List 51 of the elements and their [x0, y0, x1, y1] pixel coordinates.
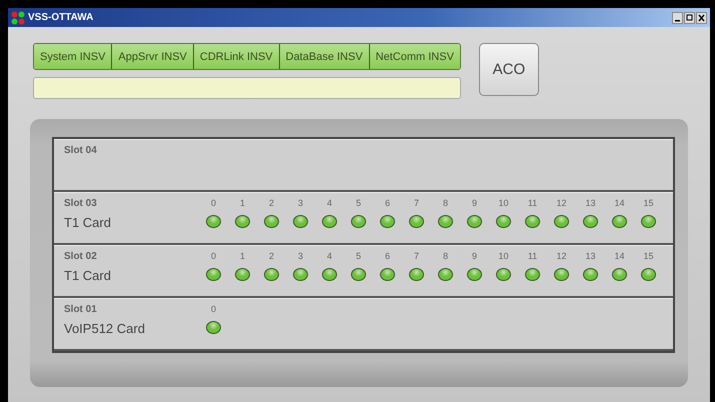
port-number: 4: [326, 198, 332, 209]
port-number: 0: [210, 251, 216, 262]
port-number: 10: [498, 251, 508, 262]
status-tab[interactable]: CDRLink INSV: [194, 44, 280, 69]
port-number: 13: [585, 251, 596, 262]
port-number: 8: [442, 251, 448, 262]
port-number: 0: [210, 304, 216, 315]
port-number: 5: [356, 198, 361, 209]
port-number: 7: [414, 198, 419, 209]
port-number: 2: [268, 251, 274, 262]
slot-label: Slot 03: [64, 198, 98, 209]
port-number: 12: [556, 198, 566, 209]
port-number: 9: [472, 251, 477, 262]
port-number: 14: [614, 251, 624, 262]
card-name: T1 Card: [64, 268, 112, 283]
port-number: 5: [356, 251, 361, 262]
port-number: 7: [414, 251, 419, 262]
window-title: VSS-OTTAWA: [28, 12, 94, 23]
app-logo-icon: [11, 10, 25, 24]
slot-label: Slot 02: [64, 251, 98, 262]
slot-label: Slot 01: [64, 304, 98, 315]
port-number: 11: [528, 251, 538, 262]
port-number: 3: [298, 251, 303, 262]
card-name: VoIP512 Card: [64, 321, 146, 336]
port-number: 4: [326, 251, 332, 262]
status-tab[interactable]: DataBase INSV: [280, 44, 370, 69]
port-number: 9: [472, 198, 477, 209]
port-number: 2: [268, 198, 274, 209]
port-number: 15: [643, 198, 654, 209]
port-number: 8: [442, 198, 448, 209]
port-number: 6: [384, 251, 390, 262]
aco-button[interactable]: ACO: [478, 43, 539, 96]
port-number: 13: [585, 198, 596, 209]
port-number: 6: [384, 198, 390, 209]
minimize-icon[interactable]: [672, 12, 683, 24]
status-tab[interactable]: AppSrvr INSV: [112, 44, 194, 69]
port-number: 10: [498, 198, 508, 209]
maximize-icon[interactable]: [684, 12, 695, 24]
port-number: 1: [240, 198, 245, 209]
port-number: 3: [298, 198, 303, 209]
close-icon[interactable]: [696, 12, 707, 24]
port-number: 12: [556, 251, 566, 262]
port-number: 14: [614, 198, 624, 209]
port-number: 11: [528, 198, 538, 209]
port-number: 15: [643, 251, 654, 262]
port-number: 0: [210, 198, 216, 209]
port-number: 1: [240, 251, 245, 262]
slot-label: Slot 04: [64, 145, 98, 156]
card-name: T1 Card: [64, 215, 112, 230]
status-tab[interactable]: NetComm INSV: [370, 44, 460, 69]
status-tab[interactable]: System INSV: [34, 44, 112, 69]
